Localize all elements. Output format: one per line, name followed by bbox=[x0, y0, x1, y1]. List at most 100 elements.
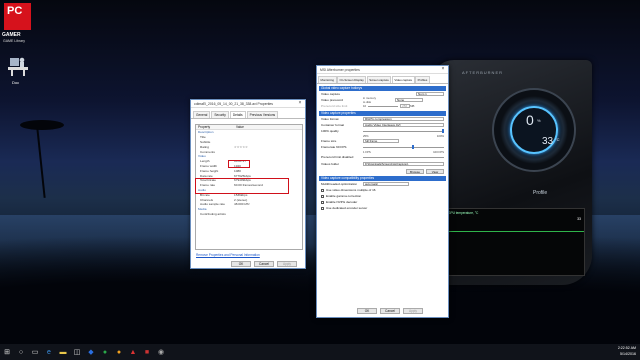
property-column-header[interactable]: Property bbox=[196, 125, 236, 129]
container-format-select[interactable]: Audio Video Interleave AVI bbox=[363, 122, 444, 128]
ab-titlebar[interactable]: MSI Afterburner properties × bbox=[317, 66, 448, 74]
ab-buttons: OK Cancel Apply bbox=[357, 308, 423, 314]
system-clock[interactable]: 2:22:52 AM 5/14/2016 bbox=[618, 345, 636, 357]
tab-monitoring[interactable]: Monitoring bbox=[318, 76, 337, 83]
framerate-slider[interactable] bbox=[363, 145, 444, 149]
prerecord-mode-options[interactable]: in memory to disk bbox=[363, 96, 395, 104]
property-name: Video bbox=[198, 154, 206, 159]
afterburner-brand: AFTERBURNER bbox=[462, 70, 504, 75]
check-label-decoder: Enable NVPG decoder bbox=[326, 200, 358, 204]
close-icon[interactable]: × bbox=[438, 66, 448, 73]
doc-label: Doc bbox=[12, 80, 20, 85]
checkbox[interactable] bbox=[321, 206, 324, 210]
apply-button[interactable]: Apply bbox=[403, 308, 423, 314]
ok-button[interactable]: OK bbox=[231, 261, 251, 267]
start-icon[interactable]: ⊞ bbox=[0, 344, 14, 360]
remove-properties-link[interactable]: Remove Properties and Personal Informati… bbox=[196, 253, 260, 257]
file-properties-window: cdimaEl_2016_05_14_00_21_38_338.avi Prop… bbox=[190, 99, 306, 269]
ok-button[interactable]: OK bbox=[357, 308, 377, 314]
app-icon[interactable]: ● bbox=[98, 344, 112, 360]
temp-unit: °C bbox=[555, 137, 560, 142]
quality-slider[interactable] bbox=[363, 129, 444, 133]
property-name: Rating bbox=[200, 144, 209, 149]
file-explorer-icon[interactable]: ▬ bbox=[56, 344, 70, 360]
browse-button[interactable]: Browse bbox=[406, 168, 424, 174]
prerecord-size-slider[interactable] bbox=[368, 105, 399, 107]
prerecord-size-label: Prerecord size limit bbox=[321, 104, 348, 108]
videos-folder-row: Videos folder D:\Downloads\Screenshots\C… bbox=[321, 160, 444, 168]
property-row[interactable]: Description bbox=[196, 130, 302, 135]
view-button[interactable]: View bbox=[426, 168, 444, 174]
tab-osd[interactable]: On-Screen Display bbox=[337, 76, 367, 83]
videos-folder-field[interactable]: D:\Downloads\Screenshots\Captures\ bbox=[363, 161, 444, 167]
search-icon[interactable]: ○ bbox=[14, 344, 28, 360]
tab-profiles[interactable]: Profiles bbox=[415, 76, 430, 83]
video-capture-hotkey-field[interactable]: Num 1 bbox=[416, 91, 444, 97]
store-icon[interactable]: ◫ bbox=[70, 344, 84, 360]
property-name: Description bbox=[198, 130, 214, 135]
tab-details[interactable]: Details bbox=[229, 111, 246, 118]
app-icon[interactable]: ■ bbox=[140, 344, 154, 360]
framerate-min-mark: 1 FPS bbox=[363, 150, 371, 154]
property-name: Data rate bbox=[200, 173, 213, 178]
prerecord-limit-label: Prerecord limit disabled bbox=[321, 155, 354, 159]
app-icon[interactable]: ◉ bbox=[154, 344, 168, 360]
task-view-icon[interactable]: ▭ bbox=[28, 344, 42, 360]
quality-slider-knob[interactable] bbox=[442, 129, 444, 133]
edge-icon[interactable]: e bbox=[42, 344, 56, 360]
tab-security[interactable]: Security bbox=[211, 111, 229, 118]
property-name: Comments bbox=[200, 149, 215, 154]
quality-max-mark: 100% bbox=[436, 134, 444, 138]
pcgamer-label: GAMER bbox=[2, 32, 21, 38]
multithread-select[interactable]: automatic bbox=[363, 181, 409, 187]
monitoring-graph[interactable]: GPU temperature, °C 33 bbox=[445, 208, 585, 276]
video-format-select[interactable]: RGPG compression bbox=[363, 116, 444, 122]
value-column-header[interactable]: Value bbox=[236, 125, 244, 129]
checkbox[interactable] bbox=[321, 194, 324, 198]
profile-label[interactable]: Profile bbox=[533, 190, 547, 196]
tab-screen-capture[interactable]: Screen capture bbox=[366, 76, 392, 83]
property-value: 48.000 kHz bbox=[234, 202, 250, 207]
frame-size-label: Frame size bbox=[321, 139, 337, 143]
apply-button[interactable]: Apply bbox=[277, 261, 297, 267]
checkbox[interactable] bbox=[321, 200, 324, 204]
property-value: 2 (stereo) bbox=[234, 197, 248, 202]
video-capture-label: Video capture bbox=[321, 92, 341, 96]
prerecord-hotkey-field[interactable]: None bbox=[395, 97, 423, 103]
tab-previous-versions[interactable]: Previous Versions bbox=[246, 111, 279, 118]
framerate-slider-knob[interactable] bbox=[411, 145, 414, 149]
prerecord-size-min: 10 bbox=[363, 104, 367, 108]
quality-min-mark: 25% bbox=[363, 134, 369, 138]
property-value: ☆☆☆☆☆ bbox=[234, 144, 248, 149]
prerecord-size-unit: MB bbox=[410, 104, 415, 108]
prerecord-limit-slider[interactable] bbox=[363, 156, 444, 158]
property-name: Audio sample rate bbox=[200, 202, 225, 207]
prerecord-size-field[interactable]: 256 bbox=[400, 103, 411, 109]
tab-general[interactable]: General bbox=[193, 111, 211, 118]
property-row[interactable]: Video bbox=[196, 154, 302, 159]
cancel-button[interactable]: Cancel bbox=[254, 261, 274, 267]
clock-date: 5/14/2016 bbox=[620, 352, 636, 356]
computer-user-icon bbox=[8, 57, 28, 76]
folder-buttons-row: Browse View bbox=[321, 168, 444, 174]
check-row: Use dedicated encoder server bbox=[321, 205, 444, 211]
property-row[interactable]: Contributing artists bbox=[196, 212, 302, 217]
properties-titlebar[interactable]: cdimaEl_2016_05_14_00_21_38_338.avi Prop… bbox=[191, 100, 305, 108]
cancel-button[interactable]: Cancel bbox=[380, 308, 400, 314]
app-icon[interactable]: ● bbox=[112, 344, 126, 360]
gauge-unit: % bbox=[537, 118, 541, 123]
tab-video-capture[interactable]: Video capture bbox=[391, 76, 415, 83]
video-format-label: Video format bbox=[321, 117, 339, 121]
frame-size-select[interactable]: full frame bbox=[363, 138, 399, 144]
rate-highlight-box bbox=[195, 178, 289, 194]
quality-label: 100% quality bbox=[321, 129, 339, 133]
close-icon[interactable]: × bbox=[295, 100, 305, 107]
framerate-label: Framerate 60 FPS bbox=[321, 145, 347, 149]
properties-buttons: OK Cancel Apply bbox=[231, 261, 297, 267]
check-label-gamma: Enable gamma correction bbox=[326, 194, 362, 198]
property-row[interactable]: Media bbox=[196, 207, 302, 212]
afterburner-taskbar-icon[interactable]: ▲ bbox=[126, 344, 140, 360]
app-icon[interactable]: ◆ bbox=[84, 344, 98, 360]
checkbox[interactable] bbox=[321, 188, 324, 192]
afterburner-properties-window: MSI Afterburner properties × Monitoring … bbox=[316, 65, 449, 318]
